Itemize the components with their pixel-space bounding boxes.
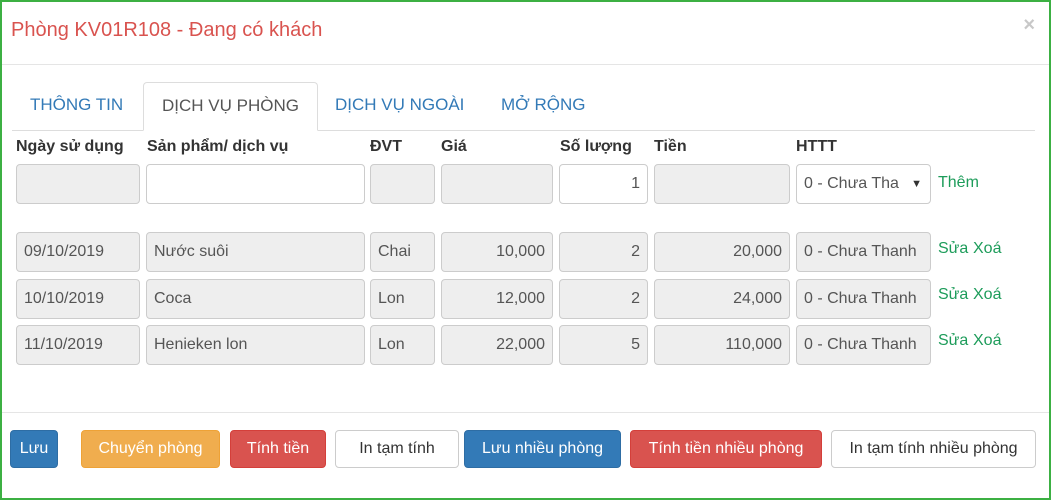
row-product: Nước suôi — [146, 232, 365, 272]
new-amount-field — [654, 164, 790, 204]
tab-info[interactable]: THÔNG TIN — [12, 82, 141, 129]
row-unit: Lon — [370, 325, 435, 365]
print-temp-button[interactable]: In tạm tính — [335, 430, 459, 468]
checkout-multi-button[interactable]: Tính tiền nhiều phòng — [630, 430, 822, 468]
new-unit-field — [370, 164, 435, 204]
new-payment-select[interactable]: 0 - Chưa Tha ▼ — [796, 164, 931, 204]
column-header-price: Giá — [441, 138, 467, 155]
row-payment: 0 - Chưa Thanh — [796, 325, 931, 365]
checkout-button[interactable]: Tính tiền — [230, 430, 326, 468]
modal-title: Phòng KV01R108 - Đang có khách — [11, 19, 323, 41]
row-edit-link[interactable]: Sửa — [938, 240, 968, 258]
row-payment: 0 - Chưa Thanh — [796, 232, 931, 272]
row-qty: 2 — [559, 279, 648, 319]
row-edit-link[interactable]: Sửa — [938, 286, 968, 304]
new-product-input[interactable] — [146, 164, 365, 204]
row-price: 12,000 — [441, 279, 553, 319]
row-date: 10/10/2019 — [16, 279, 140, 319]
row-edit-link[interactable]: Sửa — [938, 332, 968, 350]
move-room-button[interactable]: Chuyển phòng — [81, 430, 220, 468]
chevron-down-icon: ▼ — [911, 178, 922, 190]
row-amount: 110,000 — [654, 325, 790, 365]
row-date: 09/10/2019 — [16, 232, 140, 272]
row-qty: 2 — [559, 232, 648, 272]
row-price: 22,000 — [441, 325, 553, 365]
new-date-field — [16, 164, 140, 204]
row-amount: 20,000 — [654, 232, 790, 272]
row-delete-link[interactable]: Xoá — [973, 286, 1001, 304]
tab-extended[interactable]: MỞ RỘNG — [483, 82, 603, 129]
new-price-field — [441, 164, 553, 204]
tab-outside-services[interactable]: DỊCH VỤ NGOÀI — [317, 82, 482, 129]
row-payment: 0 - Chưa Thanh — [796, 279, 931, 319]
column-header-amount: Tiền — [654, 138, 687, 155]
new-payment-selected: 0 - Chưa Tha — [804, 175, 899, 192]
modal-header: Phòng KV01R108 - Đang có khách × — [2, 2, 1049, 65]
save-multi-button[interactable]: Lưu nhiều phòng — [464, 430, 621, 468]
add-item-link[interactable]: Thêm — [938, 174, 979, 192]
row-delete-link[interactable]: Xoá — [973, 240, 1001, 258]
footer-divider — [2, 412, 1049, 413]
row-amount: 24,000 — [654, 279, 790, 319]
row-qty: 5 — [559, 325, 648, 365]
print-temp-multi-button[interactable]: In tạm tính nhiều phòng — [831, 430, 1036, 468]
column-header-unit: ĐVT — [370, 138, 402, 155]
row-unit: Lon — [370, 279, 435, 319]
save-button[interactable]: Lưu — [10, 430, 58, 468]
row-date: 11/10/2019 — [16, 325, 140, 365]
row-product: Henieken lon — [146, 325, 365, 365]
row-product: Coca — [146, 279, 365, 319]
row-unit: Chai — [370, 232, 435, 272]
column-header-qty: Số lượng — [560, 138, 632, 155]
row-price: 10,000 — [441, 232, 553, 272]
tab-room-services[interactable]: DỊCH VỤ PHÒNG — [143, 82, 318, 131]
column-header-product: Sản phẩm/ dịch vụ — [147, 138, 289, 155]
new-qty-input[interactable] — [559, 164, 648, 204]
column-header-date: Ngày sử dụng — [16, 138, 124, 155]
close-icon[interactable]: × — [1023, 14, 1035, 37]
room-modal: Phòng KV01R108 - Đang có khách × THÔNG T… — [0, 0, 1051, 500]
row-delete-link[interactable]: Xoá — [973, 332, 1001, 350]
column-header-payment: HTTT — [796, 138, 837, 155]
tab-bar: THÔNG TIN DỊCH VỤ PHÒNG DỊCH VỤ NGOÀI MỞ… — [12, 82, 1035, 131]
